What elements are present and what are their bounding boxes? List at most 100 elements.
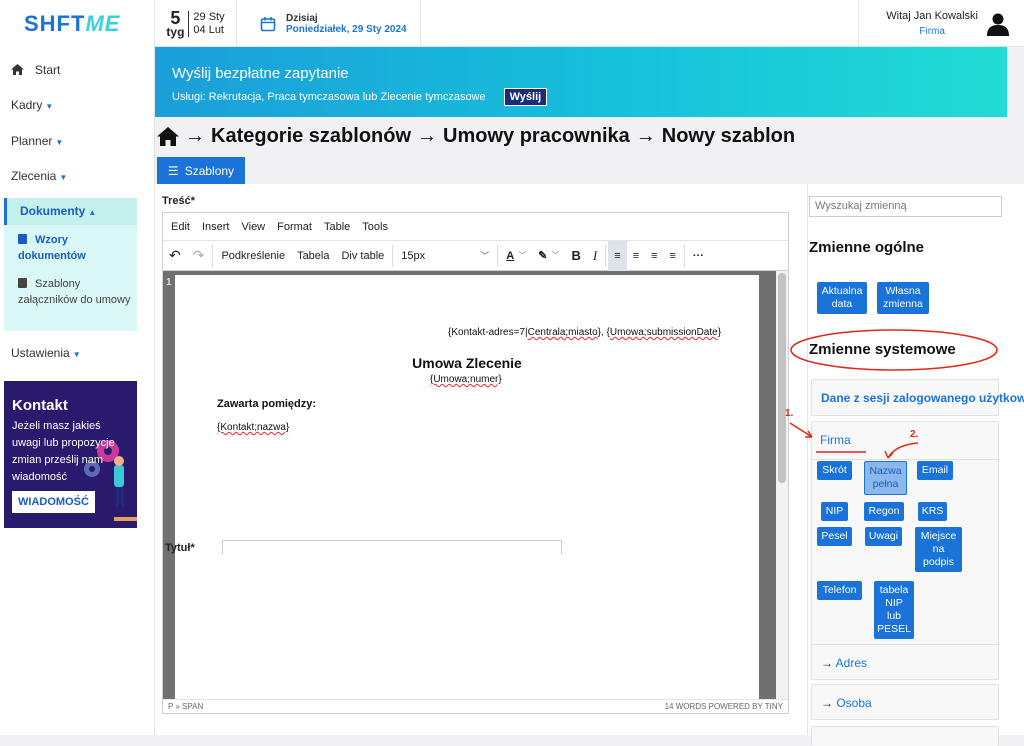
annotation-number: 2. bbox=[910, 429, 919, 440]
header-line-part: Umowa;submissionDate bbox=[609, 327, 718, 338]
scrollbar-thumb[interactable] bbox=[778, 273, 786, 483]
arrow-right-icon: → bbox=[821, 656, 833, 670]
sidebar-item-planner[interactable]: Planner ▼ bbox=[0, 134, 155, 148]
highlight-button[interactable]: ✎ ﹀ bbox=[532, 241, 565, 271]
text-color-icon: A bbox=[506, 249, 515, 262]
accordion-osoba-label: → Osoba bbox=[821, 696, 872, 710]
template-form: Treść* Edit Insert View Format Table Too… bbox=[155, 184, 807, 735]
user-menu[interactable]: Witaj Jan Kowalski Firma bbox=[858, 0, 1024, 47]
element-path[interactable]: P » SPAN bbox=[168, 702, 203, 711]
italic-icon[interactable]: I bbox=[587, 241, 603, 271]
variable-button[interactable]: Miejsce na podpis bbox=[915, 527, 962, 572]
underline-button[interactable]: Podkreślenie bbox=[215, 241, 291, 271]
message-button[interactable]: WIADOMOŚĆ bbox=[12, 491, 95, 513]
chevron-down-icon: ﹀ bbox=[551, 251, 560, 260]
document-parties-label: Zawarta pomiędzy: bbox=[217, 398, 317, 410]
variable-search-input[interactable]: Wyszukaj zmienną bbox=[809, 196, 1002, 217]
content-label: Treść* bbox=[162, 195, 196, 207]
week-start: 29 Sty bbox=[193, 10, 225, 23]
send-inquiry-button[interactable]: Wyślij bbox=[503, 88, 548, 106]
font-size-select[interactable]: 15px ﹀ bbox=[395, 241, 495, 271]
variable-button[interactable]: Telefon bbox=[817, 581, 862, 600]
text-color-button[interactable]: A ﹀ bbox=[500, 241, 532, 271]
table-button[interactable]: Tabela bbox=[291, 241, 335, 271]
tab-szablony[interactable]: ☰ Szablony bbox=[157, 157, 245, 184]
variable-button[interactable]: Aktualna data bbox=[817, 282, 867, 314]
header-line: {Kontakt-adres=7|Centrala;miasto}, {Umow… bbox=[448, 327, 721, 338]
page-title: Nowy szablon bbox=[661, 125, 796, 147]
arrow-right-icon: → bbox=[821, 696, 833, 710]
variable-button[interactable]: Własna zmienna bbox=[877, 282, 929, 314]
breadcrumb-item[interactable]: Umowy pracownika bbox=[443, 125, 630, 148]
sidebar-item-label: Wzory dokumentów bbox=[18, 234, 86, 262]
variable-button[interactable]: Nazwa pełna bbox=[864, 461, 907, 495]
user-role: Firma bbox=[919, 25, 945, 37]
accordion-more[interactable] bbox=[811, 726, 999, 746]
logo-text: SHFT bbox=[24, 10, 86, 36]
align-right-icon[interactable]: ≡ bbox=[645, 241, 663, 271]
variable-button[interactable]: Skrót bbox=[817, 461, 852, 480]
arrow-right-icon: → bbox=[185, 125, 205, 147]
chevron-down-icon: ﹀ bbox=[518, 251, 527, 260]
sidebar-item-kadry[interactable]: Kadry ▼ bbox=[0, 98, 155, 112]
sidebar-item-label: Zlecenia bbox=[11, 169, 57, 183]
variable-button[interactable]: tabela NIP lub PESEL bbox=[874, 581, 914, 639]
variable-button[interactable]: KRS bbox=[918, 502, 947, 521]
undo-icon[interactable]: ↶ bbox=[163, 241, 187, 271]
accordion-session[interactable]: Dane z sesji zalogowanego użytkownika bbox=[811, 379, 1024, 416]
menu-view[interactable]: View bbox=[241, 221, 265, 233]
caret-down-icon: ▼ bbox=[72, 350, 81, 359]
accordion-adres[interactable]: → Adres bbox=[811, 644, 999, 680]
banner-subtitle: Usługi: Rekrutacja, Praca tymczasowa lub… bbox=[172, 91, 486, 103]
contact-text: Jeżeli masz jakieś uwagi lub propozycje … bbox=[12, 420, 115, 483]
today-indicator[interactable]: Dzisiaj Poniedziałek, 29 Sty 2024 bbox=[238, 0, 421, 47]
menu-tools[interactable]: Tools bbox=[362, 221, 388, 233]
align-justify-icon[interactable]: ≡ bbox=[663, 241, 681, 271]
week-indicator[interactable]: 5 tyg 29 Sty 04 Lut bbox=[155, 0, 237, 47]
bold-icon[interactable]: B bbox=[565, 241, 586, 271]
align-left-icon[interactable]: ≡ bbox=[608, 240, 627, 271]
menu-edit[interactable]: Edit bbox=[171, 221, 190, 233]
div-table-button[interactable]: Div table bbox=[335, 241, 390, 271]
redo-icon[interactable]: ↷ bbox=[187, 241, 211, 271]
title-field[interactable] bbox=[222, 540, 562, 554]
annotation-number: 1. bbox=[785, 408, 794, 419]
sidebar-item-label: Dokumenty bbox=[20, 204, 86, 218]
sidebar-item-dokumenty[interactable]: Dokumenty ▲ bbox=[4, 198, 137, 225]
week-label: tyg bbox=[166, 24, 185, 39]
accordion-firma-label[interactable]: Firma bbox=[820, 433, 851, 447]
editor-document-area[interactable]: 1 {Kontakt-adres=7|Centrala;miasto}, {Um… bbox=[163, 271, 788, 699]
home-icon[interactable] bbox=[157, 127, 179, 146]
sidebar-item-ustawienia[interactable]: Ustawienia ▼ bbox=[0, 346, 155, 360]
editor-page[interactable]: {Kontakt-adres=7|Centrala;miasto}, {Umow… bbox=[175, 275, 759, 699]
sidebar-item-szablony[interactable]: Szablony załączników do umowy bbox=[18, 276, 133, 308]
menu-format[interactable]: Format bbox=[277, 221, 312, 233]
variable-button[interactable]: NIP bbox=[821, 502, 848, 521]
home-icon bbox=[11, 64, 24, 75]
variable-button[interactable]: Email bbox=[917, 461, 953, 480]
accordion-session-label: Dane z sesji zalogowanego użytkownika bbox=[821, 391, 1024, 405]
document-title: Umowa Zlecenie bbox=[412, 355, 522, 371]
document-party-name: {Kontakt;nazwa} bbox=[217, 422, 290, 433]
sidebar-item-zlecenia[interactable]: Zlecenia ▼ bbox=[0, 169, 155, 183]
accordion-adres-label: → Adres bbox=[821, 656, 867, 670]
more-icon[interactable]: ··· bbox=[687, 241, 710, 271]
breadcrumb-item[interactable]: Kategorie szablonów bbox=[211, 125, 411, 148]
editor-scrollbar[interactable] bbox=[776, 271, 788, 699]
variable-button[interactable]: Pesel bbox=[817, 527, 852, 546]
user-avatar-icon bbox=[987, 13, 1009, 36]
today-date: Poniedziałek, 29 Sty 2024 bbox=[286, 23, 407, 35]
accordion-osoba[interactable]: → Osoba bbox=[811, 684, 999, 720]
header-line-part: {Kontakt-adres=7| bbox=[448, 327, 528, 338]
app-logo[interactable]: SHFT ME bbox=[0, 0, 155, 47]
sidebar-item-start[interactable]: Start bbox=[0, 63, 155, 77]
menu-insert[interactable]: Insert bbox=[202, 221, 230, 233]
variable-button[interactable]: Uwagi bbox=[865, 527, 902, 546]
align-center-icon[interactable]: ≡ bbox=[627, 241, 645, 271]
editor-statusbar: P » SPAN 14 WORDS POWERED BY TINY bbox=[163, 699, 788, 713]
sidebar-item-wzory[interactable]: Wzory dokumentów bbox=[18, 232, 133, 264]
variable-button[interactable]: Regon bbox=[864, 502, 904, 521]
inquiry-banner: Wyślij bezpłatne zapytanie Usługi: Rekru… bbox=[155, 47, 1007, 117]
system-variables-title: Zmienne systemowe bbox=[809, 341, 956, 358]
menu-table[interactable]: Table bbox=[324, 221, 350, 233]
